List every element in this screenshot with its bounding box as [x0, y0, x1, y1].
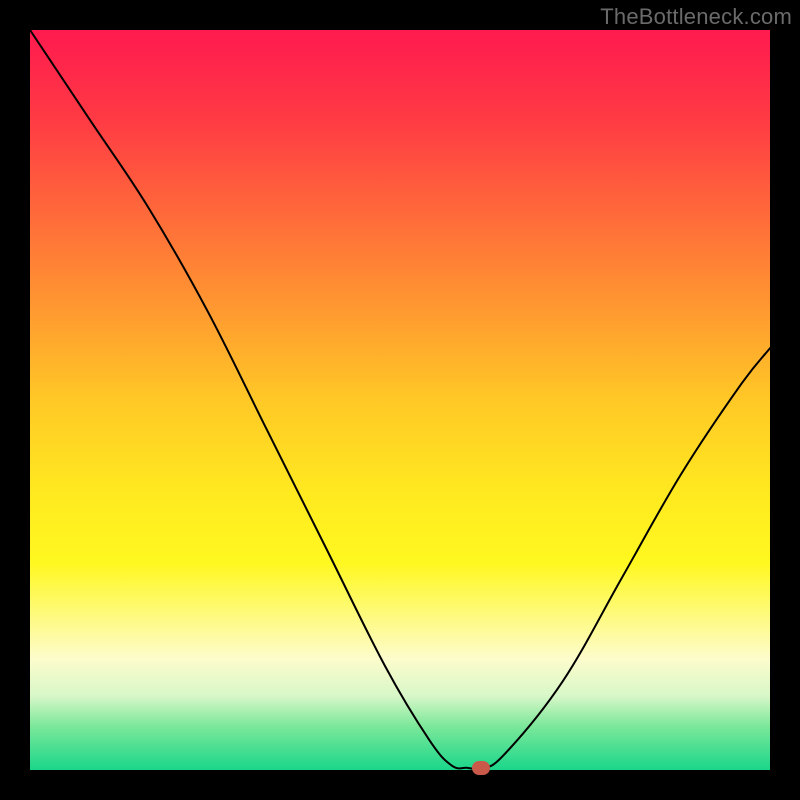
- curve-svg: [30, 30, 770, 770]
- chart-frame: TheBottleneck.com: [0, 0, 800, 800]
- watermark-text: TheBottleneck.com: [600, 4, 792, 30]
- plot-area: [30, 30, 770, 770]
- bottleneck-curve: [30, 30, 770, 769]
- optimal-marker: [472, 761, 490, 775]
